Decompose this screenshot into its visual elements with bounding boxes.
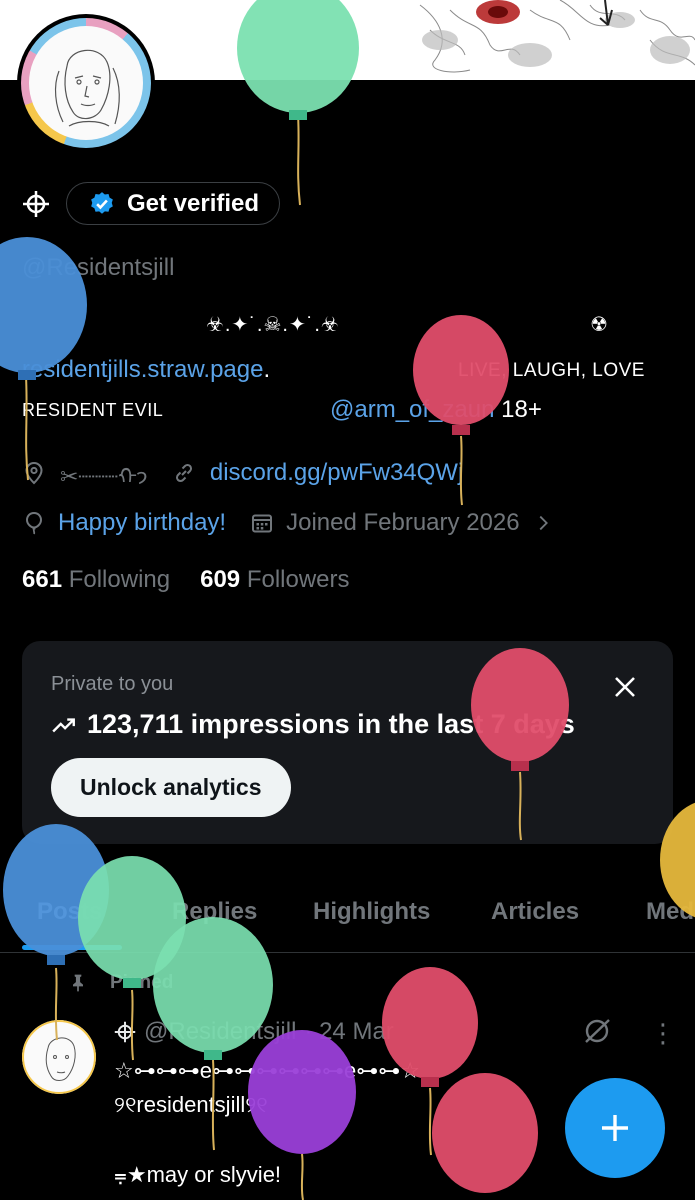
get-verified-label: Get verified xyxy=(127,189,260,217)
profile-meta-row: ✂┈┈┈ᡣ𐭩 discord.gg/pwFw34QWj xyxy=(22,453,463,492)
profile-meta-row-2: Happy birthday! Joined February 2026 xyxy=(22,509,554,537)
website-link[interactable]: discord.gg/pwFw34QWj xyxy=(210,459,463,487)
tab-posts[interactable]: Posts xyxy=(37,880,102,926)
compose-button[interactable] xyxy=(565,1078,665,1178)
following-link[interactable]: 661 Following xyxy=(22,566,170,594)
followers-label: Followers xyxy=(246,566,350,593)
followers-link[interactable]: 609 Followers xyxy=(200,566,349,594)
active-tab-indicator xyxy=(22,945,122,950)
bio-symbols: ☣.✦˙.☠.✦˙.☣ xyxy=(206,314,340,336)
birthday-link[interactable]: Happy birthday! xyxy=(58,509,226,537)
verified-badge-icon xyxy=(91,191,113,214)
balloon-icon xyxy=(432,1073,538,1193)
avatar-image xyxy=(29,26,143,140)
post-text-line-3: ⩦★may or slyvie! xyxy=(114,1162,282,1187)
bio-tagline: LIVE, LAUGH, LOVE xyxy=(458,360,645,381)
bio-mention[interactable]: @arm_of_zaun xyxy=(330,396,494,423)
close-icon[interactable] xyxy=(613,675,637,699)
crosshair-icon xyxy=(23,190,49,217)
bio-radiation-symbol: ☢ xyxy=(590,314,608,336)
post-avatar[interactable] xyxy=(22,1020,96,1094)
trend-up-icon xyxy=(52,717,75,732)
verify-row: Get verified xyxy=(22,182,281,225)
chevron-right-icon[interactable] xyxy=(532,512,554,534)
tab-media[interactable]: Media xyxy=(646,880,695,926)
joined-date: Joined February 2026 xyxy=(286,509,520,536)
post-header: @Residentsjill · 24 Mar xyxy=(114,1018,394,1046)
follow-stats: 661 Following 609 Followers xyxy=(22,566,350,594)
pinned-indicator: Pinned xyxy=(68,972,173,994)
post-author-handle[interactable]: @Residentsjill xyxy=(144,1018,296,1046)
calendar-icon xyxy=(252,514,273,533)
bio-link-dot: . xyxy=(263,356,271,383)
analytics-card: Private to you 123,711 impressions in th… xyxy=(22,641,673,844)
banner-art xyxy=(419,0,695,73)
pinned-label: Pinned xyxy=(110,972,174,993)
tab-replies[interactable]: Replies xyxy=(172,880,257,926)
impressions-text: 123,711 impressions in the last 7 days xyxy=(87,709,575,739)
bio-link-line: residentjills.straw.page. xyxy=(22,356,270,384)
bio-mention-line: @arm_of_zaun 18+ xyxy=(330,396,542,424)
profile-handle: @Residentsjill xyxy=(22,254,175,281)
bio-fandom: RESIDENT EVIL xyxy=(22,400,164,420)
followers-count: 609 xyxy=(200,566,241,593)
post-date[interactable]: · 24 Mar xyxy=(304,1018,393,1046)
profile-avatar[interactable] xyxy=(17,14,155,152)
pin-icon xyxy=(73,974,83,992)
crosshair-icon xyxy=(114,1021,136,1043)
tabs-divider xyxy=(0,952,695,953)
more-options-icon[interactable]: ⋮ xyxy=(650,1020,676,1046)
bio-link[interactable]: residentjills.straw.page xyxy=(22,356,263,383)
post-text-line-2: ୨୧residentsjill୨୧ xyxy=(114,1092,268,1117)
tab-articles[interactable]: Articles xyxy=(491,880,579,926)
avatar-ring xyxy=(21,18,151,148)
get-verified-button[interactable]: Get verified xyxy=(66,182,281,225)
plus-icon xyxy=(602,1115,628,1141)
impressions-row: 123,711 impressions in the last 7 days xyxy=(51,709,575,740)
tab-highlights[interactable]: Highlights xyxy=(313,880,430,926)
link-icon xyxy=(175,463,192,482)
unlock-analytics-button[interactable]: Unlock analytics xyxy=(51,758,291,817)
bio-age: 18+ xyxy=(494,396,542,423)
following-label: Following xyxy=(68,566,171,593)
profile-tabs: Posts Replies Highlights Articles Media xyxy=(0,880,695,950)
location-pin-icon xyxy=(25,461,43,484)
balloon-icon xyxy=(25,511,43,535)
location-text: ✂┈┈┈ᡣ𐭩 xyxy=(60,464,148,489)
grok-icon[interactable] xyxy=(582,1016,612,1046)
following-count: 661 xyxy=(22,566,63,593)
post-text-line-1: ☆⊶⊶⊶e⊶⊶⊶⊶⊶⊶e⊶⊶☆ xyxy=(114,1058,420,1083)
private-label: Private to you xyxy=(51,673,174,695)
